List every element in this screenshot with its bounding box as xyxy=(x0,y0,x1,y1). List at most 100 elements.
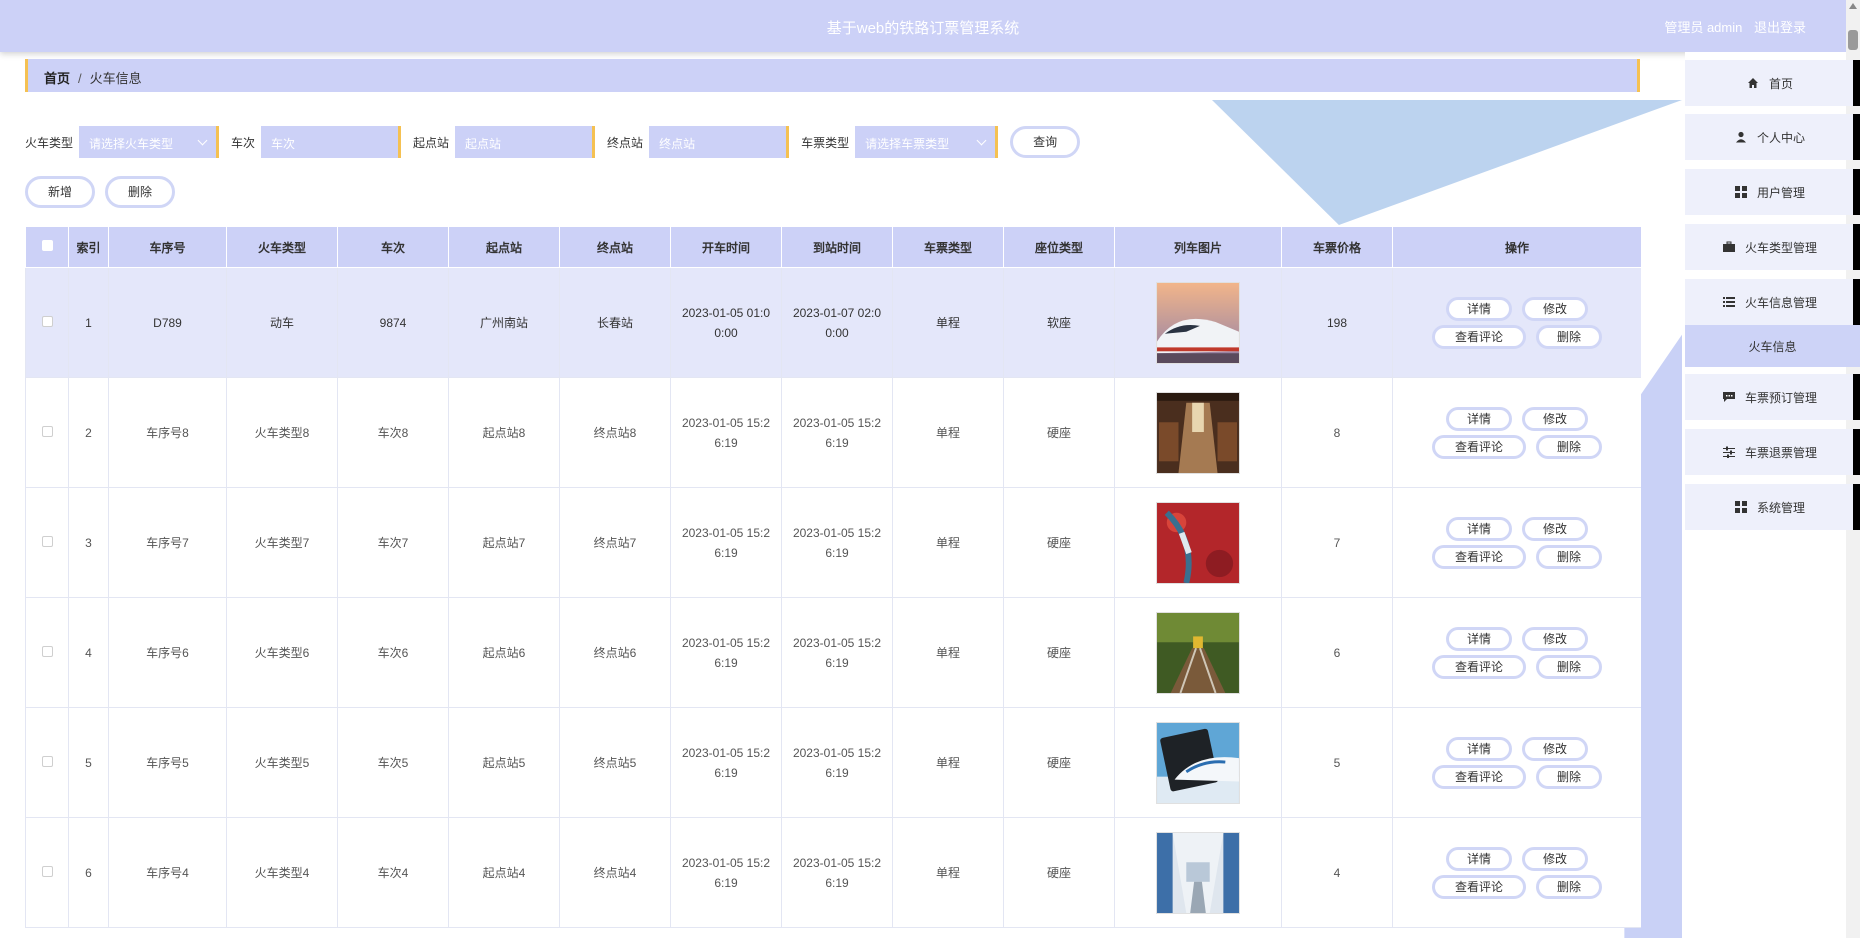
sidebar-item-profile[interactable]: 个人中心 xyxy=(1685,114,1860,160)
sidebar-item-system[interactable]: 系统管理 xyxy=(1685,484,1860,530)
detail-button[interactable]: 详情 xyxy=(1446,736,1512,761)
scroll-up-icon[interactable] xyxy=(1849,3,1857,9)
index-cell: 4 xyxy=(68,597,109,708)
row-select-cell[interactable] xyxy=(25,707,69,818)
depart-time-cell: 2023-01-05 15:26:19 xyxy=(670,487,782,598)
train-no-input[interactable]: 车次 xyxy=(261,126,402,158)
end-station-cell: 终点站4 xyxy=(559,817,671,928)
actions-cell: 详情 修改 查看评论 删除 xyxy=(1392,377,1641,488)
row-select-cell[interactable] xyxy=(25,817,69,928)
depart-time-cell: 2023-01-05 15:26:19 xyxy=(670,597,782,708)
edit-button[interactable]: 修改 xyxy=(1522,626,1588,651)
actions-cell: 详情 修改 查看评论 删除 xyxy=(1392,597,1641,708)
start-station-cell: 广州南站 xyxy=(448,267,560,378)
train-image[interactable] xyxy=(1156,721,1240,804)
row-checkbox[interactable] xyxy=(41,865,53,877)
view-comments-button[interactable]: 查看评论 xyxy=(1432,324,1526,349)
logout-link[interactable]: 退出登录 xyxy=(1754,20,1806,35)
sidebar-item-train-types[interactable]: 火车类型管理 xyxy=(1685,224,1860,270)
column-header: 车票类型 xyxy=(892,226,1004,268)
view-comments-button[interactable]: 查看评论 xyxy=(1432,764,1526,789)
delete-button[interactable]: 删除 xyxy=(1536,324,1602,349)
edit-button[interactable]: 修改 xyxy=(1522,296,1588,321)
row-checkbox[interactable] xyxy=(41,645,53,657)
row-select-cell[interactable] xyxy=(25,377,69,488)
row-checkbox[interactable] xyxy=(41,535,53,547)
train-type-cell: 火车类型5 xyxy=(226,707,338,818)
delete-button[interactable]: 删除 xyxy=(1536,654,1602,679)
add-button[interactable]: 新增 xyxy=(25,176,95,208)
train-no-cell: 车次8 xyxy=(337,377,449,488)
train-image-cell xyxy=(1114,817,1282,928)
edit-button[interactable]: 修改 xyxy=(1522,846,1588,871)
ticket-type-label: 车票类型 xyxy=(801,135,850,150)
train-image[interactable] xyxy=(1156,611,1240,694)
row-select-cell[interactable] xyxy=(25,487,69,598)
table-row[interactable]: 2 车序号8 火车类型8 车次8 起点站8 终点站8 2023-01-05 15… xyxy=(25,377,1641,488)
start-station-placeholder: 起点站 xyxy=(465,137,502,151)
view-comments-button[interactable]: 查看评论 xyxy=(1432,654,1526,679)
end-station-cell: 终点站7 xyxy=(559,487,671,598)
start-station-input[interactable]: 起点站 xyxy=(455,126,596,158)
breadcrumb-home[interactable]: 首页 xyxy=(44,71,70,86)
seat-type-cell: 硬座 xyxy=(1003,707,1115,818)
delete-button[interactable]: 删除 xyxy=(1536,764,1602,789)
delete-button[interactable]: 删除 xyxy=(1536,434,1602,459)
seat-type-cell: 硬座 xyxy=(1003,817,1115,928)
batch-delete-button[interactable]: 删除 xyxy=(105,176,175,208)
column-header: 车次 xyxy=(337,226,449,268)
row-checkbox[interactable] xyxy=(41,425,53,437)
actions-row-top: 详情 修改 xyxy=(1446,406,1588,431)
edit-button[interactable]: 修改 xyxy=(1522,516,1588,541)
sidebar-item-booking[interactable]: 车票预订管理 xyxy=(1685,374,1860,420)
row-select-cell[interactable] xyxy=(25,267,69,378)
delete-button[interactable]: 删除 xyxy=(1536,874,1602,899)
select-all-checkbox[interactable] xyxy=(41,240,53,251)
table-row[interactable]: 3 车序号7 火车类型7 车次7 起点站7 终点站7 2023-01-05 15… xyxy=(25,487,1641,598)
select-all-cell[interactable] xyxy=(25,226,69,268)
home-icon xyxy=(1745,75,1761,91)
sidebar-subitem-train-info[interactable]: 火车信息 xyxy=(1685,325,1860,367)
row-checkbox[interactable] xyxy=(41,755,53,767)
table-row[interactable]: 6 车序号4 火车类型4 车次4 起点站4 终点站4 2023-01-05 15… xyxy=(25,817,1641,928)
sidebar-item-home[interactable]: 首页 xyxy=(1685,60,1860,106)
detail-button[interactable]: 详情 xyxy=(1446,296,1512,321)
train-image[interactable] xyxy=(1156,391,1240,474)
scroll-thumb[interactable] xyxy=(1848,30,1858,50)
train-type-select[interactable]: 请选择火车类型 xyxy=(79,126,220,158)
view-comments-button[interactable]: 查看评论 xyxy=(1432,434,1526,459)
edit-button[interactable]: 修改 xyxy=(1522,406,1588,431)
delete-button[interactable]: 删除 xyxy=(1536,544,1602,569)
table-row[interactable]: 4 车序号6 火车类型6 车次6 起点站6 终点站6 2023-01-05 15… xyxy=(25,597,1641,708)
query-button[interactable]: 查询 xyxy=(1010,126,1081,158)
comment-icon xyxy=(1721,389,1737,405)
sidebar-item-refund[interactable]: 车票退票管理 xyxy=(1685,429,1860,475)
row-select-cell[interactable] xyxy=(25,597,69,708)
chevron-down-icon xyxy=(197,135,208,146)
seat-type-cell: 硬座 xyxy=(1003,487,1115,598)
table-row[interactable]: 1 D789 动车 9874 广州南站 长春站 2023-01-05 01:00… xyxy=(25,267,1641,378)
edit-button[interactable]: 修改 xyxy=(1522,736,1588,761)
train-table-container: 索引 车序号 火车类型 车次 起点站 终点站 开车时间 到站时间 车票类型 座位… xyxy=(25,226,1641,938)
depart-time-cell: 2023-01-05 15:26:19 xyxy=(670,817,782,928)
train-image[interactable] xyxy=(1156,831,1240,914)
detail-button[interactable]: 详情 xyxy=(1446,516,1512,541)
train-image-cell xyxy=(1114,707,1282,818)
start-station-cell: 起点站8 xyxy=(448,377,560,488)
view-comments-button[interactable]: 查看评论 xyxy=(1432,544,1526,569)
sidebar-item-train-info[interactable]: 火车信息管理 xyxy=(1685,279,1860,325)
detail-button[interactable]: 详情 xyxy=(1446,626,1512,651)
price-cell: 6 xyxy=(1281,597,1393,708)
train-image[interactable] xyxy=(1156,281,1240,364)
detail-button[interactable]: 详情 xyxy=(1446,846,1512,871)
train-image[interactable] xyxy=(1156,501,1240,584)
sidebar-item-users[interactable]: 用户管理 xyxy=(1685,169,1860,215)
row-checkbox[interactable] xyxy=(41,315,53,327)
end-station-input[interactable]: 终点站 xyxy=(649,126,790,158)
actions-cell: 详情 修改 查看评论 删除 xyxy=(1392,267,1641,378)
actions-row-bottom: 查看评论 删除 xyxy=(1432,544,1602,569)
view-comments-button[interactable]: 查看评论 xyxy=(1432,874,1526,899)
ticket-type-select[interactable]: 请选择车票类型 xyxy=(855,126,999,158)
table-row[interactable]: 5 车序号5 火车类型5 车次5 起点站5 终点站5 2023-01-05 15… xyxy=(25,707,1641,818)
detail-button[interactable]: 详情 xyxy=(1446,406,1512,431)
